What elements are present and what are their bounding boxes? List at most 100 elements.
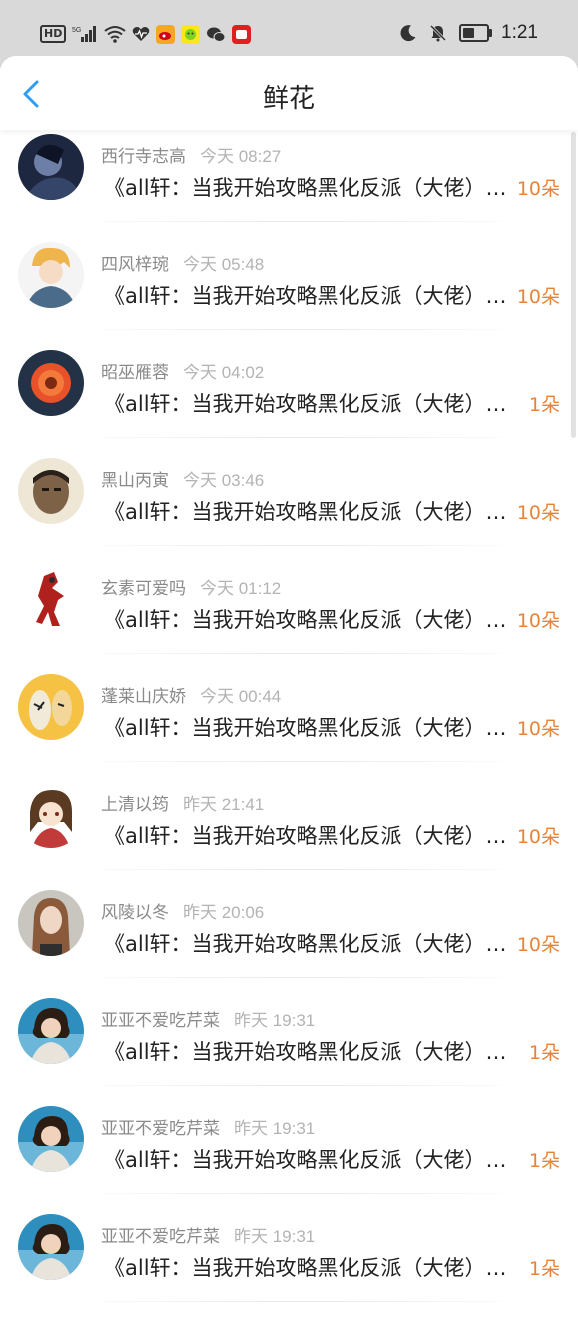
timestamp: 昨天 19:31: [234, 1227, 316, 1246]
health-heart-icon: [132, 24, 150, 44]
flower-count: 1朵: [528, 1042, 560, 1064]
flower-count: 10朵: [516, 286, 560, 308]
divider: [101, 761, 501, 762]
user-name[interactable]: 西行寺志高: [101, 147, 186, 167]
flower-record-row[interactable]: 西行寺志高 今天 08:27 《all轩：当我开始攻略黑化反派（大佬）…》 10朵: [0, 130, 578, 238]
book-title[interactable]: 《all轩：当我开始攻略黑化反派（大佬）…》: [104, 604, 512, 634]
status-icons-left: HD 5G: [40, 24, 252, 44]
user-name[interactable]: 上清以筠: [101, 795, 169, 815]
user-name-line: 玄素可爱吗 今天 01:12: [101, 574, 281, 599]
flower-record-row[interactable]: 黑山丙寅 今天 03:46 《all轩：当我开始攻略黑化反派（大佬）…》 10朵: [0, 454, 578, 562]
flower-record-row[interactable]: 亚亚不爱吃芹菜 昨天 19:31 《all轩：当我开始攻略黑化反派（大佬）…》 1朵: [0, 1102, 578, 1210]
avatar[interactable]: [18, 1106, 84, 1172]
network-type-label: 5G: [72, 27, 81, 34]
book-title[interactable]: 《all轩：当我开始攻略黑化反派（大佬）…》: [104, 1252, 512, 1282]
user-name-line: 风陵以冬 昨天 20:06: [101, 898, 264, 923]
user-name[interactable]: 黑山丙寅: [101, 471, 169, 491]
divider: [101, 1193, 501, 1194]
timestamp: 今天 04:02: [183, 363, 265, 382]
flower-record-row[interactable]: 四风梓琬 今天 05:48 《all轩：当我开始攻略黑化反派（大佬）…》 10朵: [0, 238, 578, 346]
user-name[interactable]: 四风梓琬: [101, 255, 169, 275]
avatar[interactable]: [18, 350, 84, 416]
avatar[interactable]: [18, 242, 84, 308]
avatar[interactable]: [18, 1214, 84, 1280]
flower-count: 10朵: [516, 610, 560, 632]
user-name-line: 上清以筠 昨天 21:41: [101, 790, 264, 815]
timestamp: 今天 01:12: [200, 579, 282, 598]
user-name[interactable]: 亚亚不爱吃芹菜: [101, 1227, 220, 1247]
clock: 1:21: [501, 22, 538, 43]
book-title[interactable]: 《all轩：当我开始攻略黑化反派（大佬）…》: [104, 820, 512, 850]
avatar[interactable]: [18, 998, 84, 1064]
user-name-line: 亚亚不爱吃芹菜 昨天 19:31: [101, 1006, 315, 1031]
timestamp: 今天 08:27: [200, 147, 282, 166]
flower-record-list[interactable]: 西行寺志高 今天 08:27 《all轩：当我开始攻略黑化反派（大佬）…》 10朵 四风…: [0, 130, 578, 1318]
book-title[interactable]: 《all轩：当我开始攻略黑化反派（大佬）…》: [104, 712, 512, 742]
avatar[interactable]: [18, 782, 84, 848]
flower-count: 10朵: [516, 718, 560, 740]
battery-level: [463, 28, 475, 38]
divider: [101, 221, 501, 222]
book-title[interactable]: 《all轩：当我开始攻略黑化反派（大佬）…》: [104, 388, 512, 418]
avatar[interactable]: [18, 674, 84, 740]
avatar[interactable]: [18, 890, 84, 956]
flower-count: 10朵: [516, 502, 560, 524]
user-name-line: 黑山丙寅 今天 03:46: [101, 466, 264, 491]
chat-app-icon: [181, 24, 201, 44]
divider: [101, 545, 501, 546]
user-name-line: 亚亚不爱吃芹菜 昨天 19:31: [101, 1222, 315, 1247]
timestamp: 昨天 20:06: [183, 903, 265, 922]
avatar[interactable]: [18, 134, 84, 200]
book-title[interactable]: 《all轩：当我开始攻略黑化反派（大佬）…》: [104, 280, 512, 310]
user-name[interactable]: 亚亚不爱吃芹菜: [101, 1119, 220, 1139]
divider: [101, 869, 501, 870]
battery-icon: [459, 24, 493, 42]
user-name-line: 西行寺志高 今天 08:27: [101, 142, 281, 167]
timestamp: 昨天 19:31: [234, 1119, 316, 1138]
moon-icon: [399, 23, 417, 43]
flower-record-row[interactable]: 亚亚不爱吃芹菜 昨天 19:31 《all轩：当我开始攻略黑化反派（大佬）…》 1朵: [0, 1210, 578, 1318]
flower-record-row[interactable]: 上清以筠 昨天 21:41 《all轩：当我开始攻略黑化反派（大佬）…》 10朵: [0, 778, 578, 886]
timestamp: 昨天 19:31: [234, 1011, 316, 1030]
flower-record-row[interactable]: 昭巫雁蓉 今天 04:02 《all轩：当我开始攻略黑化反派（大佬）…》 1朵: [0, 346, 578, 454]
flower-count: 10朵: [516, 934, 560, 956]
user-name[interactable]: 昭巫雁蓉: [101, 363, 169, 383]
flower-record-row[interactable]: 亚亚不爱吃芹菜 昨天 19:31 《all轩：当我开始攻略黑化反派（大佬）…》 1朵: [0, 994, 578, 1102]
user-name[interactable]: 亚亚不爱吃芹菜: [101, 1011, 220, 1031]
user-name[interactable]: 蓬莱山庆娇: [101, 687, 186, 707]
flower-count: 10朵: [516, 826, 560, 848]
hd-indicator: HD: [40, 25, 67, 43]
divider: [101, 1085, 501, 1086]
book-title[interactable]: 《all轩：当我开始攻略黑化反派（大佬）…》: [104, 496, 512, 526]
book-title[interactable]: 《all轩：当我开始攻略黑化反派（大佬）…》: [104, 172, 512, 202]
wifi-icon: [104, 24, 126, 44]
avatar[interactable]: [18, 566, 84, 632]
user-name-line: 亚亚不爱吃芹菜 昨天 19:31: [101, 1114, 315, 1139]
divider: [101, 1301, 501, 1302]
book-title[interactable]: 《all轩：当我开始攻略黑化反派（大佬）…》: [104, 1036, 512, 1066]
divider: [101, 329, 501, 330]
scrollbar[interactable]: [571, 132, 576, 438]
wechat-icon: [206, 24, 226, 44]
bell-muted-icon: [429, 23, 447, 43]
user-name-line: 昭巫雁蓉 今天 04:02: [101, 358, 264, 383]
timestamp: 今天 05:48: [183, 255, 265, 274]
divider: [101, 437, 501, 438]
user-name-line: 四风梓琬 今天 05:48: [101, 250, 264, 275]
flower-count: 1朵: [528, 1150, 560, 1172]
flower-record-row[interactable]: 蓬莱山庆娇 今天 00:44 《all轩：当我开始攻略黑化反派（大佬）…》 10朵: [0, 670, 578, 778]
book-title[interactable]: 《all轩：当我开始攻略黑化反派（大佬）…》: [104, 1144, 512, 1174]
flower-record-row[interactable]: 玄素可爱吗 今天 01:12 《all轩：当我开始攻略黑化反派（大佬）…》 10朵: [0, 562, 578, 670]
timestamp: 今天 00:44: [200, 687, 282, 706]
status-icons-right: 1:21: [399, 22, 538, 44]
cellular-signal-icon: 5G: [72, 24, 98, 44]
user-name[interactable]: 玄素可爱吗: [101, 579, 186, 599]
weibo-app-icon: [156, 24, 176, 44]
timestamp: 今天 03:46: [183, 471, 265, 490]
divider: [101, 977, 501, 978]
flower-count: 1朵: [528, 394, 560, 416]
avatar[interactable]: [18, 458, 84, 524]
flower-record-row[interactable]: 风陵以冬 昨天 20:06 《all轩：当我开始攻略黑化反派（大佬）…》 10朵: [0, 886, 578, 994]
user-name[interactable]: 风陵以冬: [101, 903, 169, 923]
book-title[interactable]: 《all轩：当我开始攻略黑化反派（大佬）…》: [104, 928, 512, 958]
